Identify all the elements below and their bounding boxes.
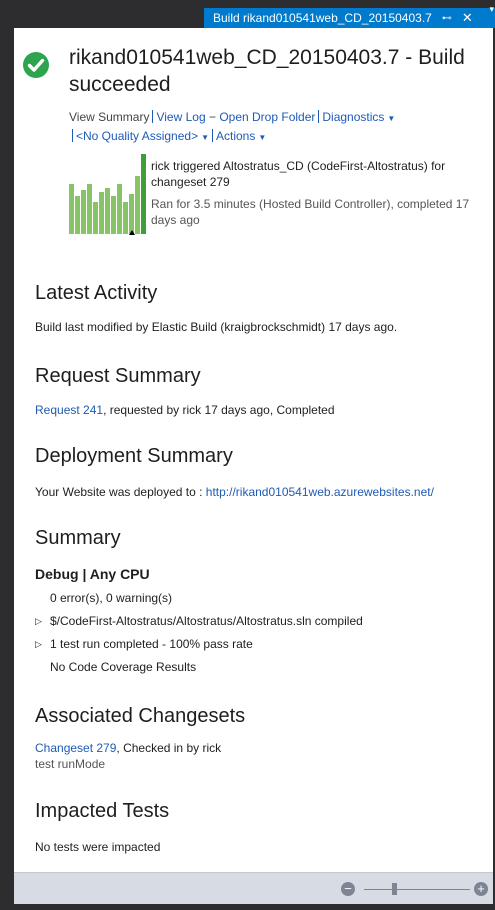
changeset-text: Changeset 279, Checked in by rick xyxy=(35,741,221,755)
impacted-tests-text: No tests were impacted xyxy=(35,840,161,854)
open-drop-folder-link[interactable]: Open Drop Folder xyxy=(219,110,315,124)
deployment-summary-heading: Deployment Summary xyxy=(35,445,233,467)
quality-dropdown[interactable]: <No Quality Assigned> ▼ xyxy=(76,129,209,143)
trigger-info: rick triggered Altostratus_CD (CodeFirst… xyxy=(151,159,446,189)
build-history-bar[interactable] xyxy=(81,190,86,234)
chevron-down-icon: ▼ xyxy=(258,133,267,142)
build-history-bar[interactable] xyxy=(99,192,104,234)
separator xyxy=(72,129,73,142)
summary-heading: Summary xyxy=(35,527,121,549)
build-configuration: Debug | Any CPU xyxy=(35,566,150,582)
build-history-bar[interactable] xyxy=(141,154,146,234)
tab-dropdown-icon[interactable]: ▾ xyxy=(489,4,494,15)
deployment-label: Your Website was deployed to : xyxy=(35,485,206,499)
latest-activity-heading: Latest Activity xyxy=(35,282,158,304)
build-history-bar[interactable] xyxy=(129,194,134,234)
changeset-details: , Checked in by rick xyxy=(116,741,222,755)
code-coverage-text: No Code Coverage Results xyxy=(50,660,197,674)
view-summary-label: View Summary xyxy=(69,110,150,124)
window-frame-left xyxy=(0,0,14,910)
chevron-down-icon: ▼ xyxy=(387,114,396,123)
quality-label: <No Quality Assigned> xyxy=(76,129,199,143)
current-build-marker-icon xyxy=(129,230,135,235)
errors-warnings-text: 0 error(s), 0 warning(s) xyxy=(50,591,173,605)
build-history-bar[interactable] xyxy=(69,184,74,234)
build-history-bar[interactable] xyxy=(123,202,128,234)
build-history-bar[interactable] xyxy=(75,196,80,234)
deployment-summary-text: Your Website was deployed to : http://ri… xyxy=(35,485,434,499)
actions-menu[interactable]: Actions ▼ xyxy=(216,129,266,143)
build-document-tab[interactable]: Build rikand010541web_CD_20150403.7 ⊷ ✕ xyxy=(204,8,495,28)
dash-separator: − xyxy=(208,110,216,124)
build-history-bar[interactable] xyxy=(93,202,98,234)
request-link[interactable]: Request 241 xyxy=(35,403,103,417)
test-run-text: 1 test run completed - 100% pass rate xyxy=(50,637,253,651)
separator xyxy=(318,110,320,123)
solution-compiled-text: $/CodeFirst-Altostratus/Altostratus/Alto… xyxy=(50,614,363,628)
build-details-panel: rikand010541web_CD_20150403.7 - Build su… xyxy=(14,28,493,872)
separator xyxy=(212,129,213,142)
actions-label: Actions xyxy=(216,129,256,143)
chevron-down-icon: ▼ xyxy=(201,133,209,142)
request-summary-heading: Request Summary xyxy=(35,365,201,387)
impacted-tests-heading: Impacted Tests xyxy=(35,800,170,822)
build-actions-row: View Summary View Log − Open Drop Folder D… xyxy=(69,110,395,124)
request-summary-text: Request 241, requested by rick 17 days a… xyxy=(35,403,335,417)
website-url-link[interactable]: http://rikand010541web.azurewebsites.net… xyxy=(206,485,434,499)
view-log-link[interactable]: View Log xyxy=(156,110,205,124)
zoom-status-bar: − + xyxy=(14,872,493,905)
changeset-link[interactable]: Changeset 279 xyxy=(35,741,116,755)
zoom-in-icon[interactable]: + xyxy=(474,882,488,896)
zoom-slider-track[interactable] xyxy=(364,889,470,890)
window-frame-bottom xyxy=(0,904,495,910)
diagnostics-menu[interactable]: Diagnostics ▼ xyxy=(322,110,395,124)
build-history-bar[interactable] xyxy=(117,184,122,234)
build-history-bar[interactable] xyxy=(87,184,92,234)
expand-solution-icon[interactable]: ▷ xyxy=(35,616,42,627)
changeset-comment: test runMode xyxy=(35,757,106,771)
build-title: rikand010541web_CD_20150403.7 - Build su… xyxy=(69,46,465,96)
document-tab-bar: Build rikand010541web_CD_20150403.7 ⊷ ✕ … xyxy=(0,0,495,28)
run-duration-info: Ran for 3.5 minutes (Hosted Build Contro… xyxy=(151,197,470,227)
tab-title: Build rikand010541web_CD_20150403.7 xyxy=(213,11,432,25)
build-history-bar[interactable] xyxy=(111,196,116,234)
separator xyxy=(152,110,154,123)
latest-activity-text: Build last modified by Elastic Build (kr… xyxy=(35,320,398,334)
diagnostics-label: Diagnostics xyxy=(322,110,385,124)
expand-tests-icon[interactable]: ▷ xyxy=(35,639,42,650)
close-icon[interactable]: ✕ xyxy=(462,10,473,26)
success-check-icon xyxy=(23,52,49,78)
zoom-slider-thumb[interactable] xyxy=(392,883,397,895)
build-history-chart[interactable] xyxy=(69,154,146,234)
associated-changesets-heading: Associated Changesets xyxy=(35,705,246,727)
build-actions-row-2: <No Quality Assigned> ▼ Actions ▼ xyxy=(69,129,266,143)
zoom-out-icon[interactable]: − xyxy=(341,882,355,896)
build-history-bar[interactable] xyxy=(135,176,140,234)
pin-icon[interactable]: ⊷ xyxy=(442,13,452,24)
request-details: , requested by rick 17 days ago, Complet… xyxy=(103,403,335,417)
build-history-bar[interactable] xyxy=(105,188,110,234)
